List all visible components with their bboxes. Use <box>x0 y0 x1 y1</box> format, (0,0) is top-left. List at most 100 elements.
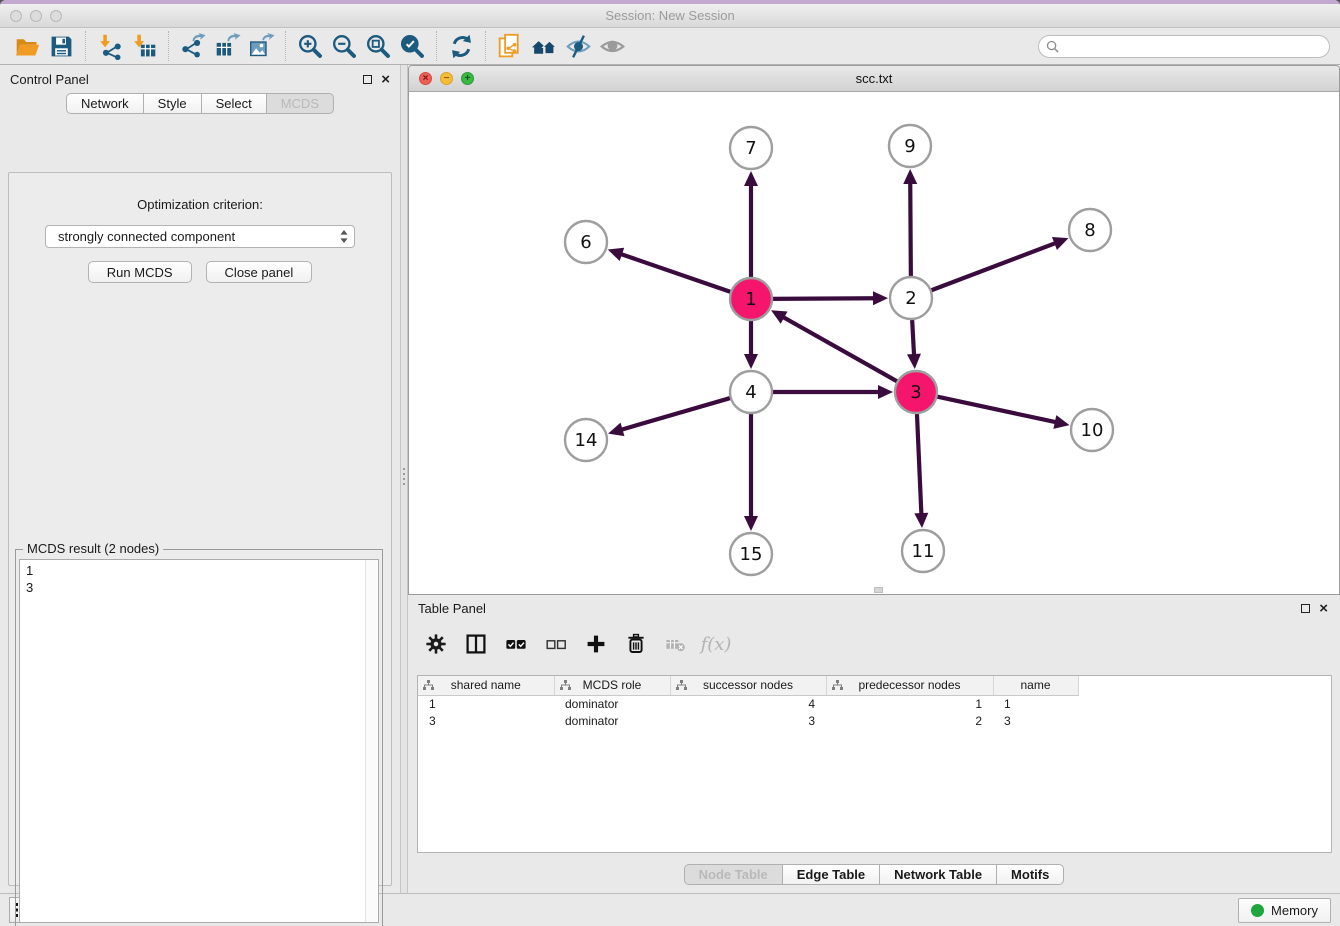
graph-edge[interactable] <box>619 253 733 292</box>
table-cell[interactable]: 3 <box>418 712 554 729</box>
tab-network-table[interactable]: Network Table <box>879 864 997 885</box>
import-network-button[interactable] <box>93 30 127 62</box>
graph-edge[interactable] <box>620 397 733 430</box>
export-image-icon <box>248 33 275 60</box>
float-panel-icon[interactable] <box>363 75 372 84</box>
show-panels-button[interactable] <box>595 30 629 62</box>
graph-edge[interactable] <box>935 396 1058 423</box>
table-cell[interactable]: 3 <box>993 712 1078 729</box>
tab-motifs[interactable]: Motifs <box>996 864 1064 885</box>
table-cell[interactable]: dominator <box>554 695 670 712</box>
table-cell[interactable]: dominator <box>554 712 670 729</box>
search-area <box>1038 35 1330 58</box>
zoom-out-button[interactable] <box>327 30 361 62</box>
horizontal-splitter-grip[interactable] <box>874 587 883 593</box>
delete-column-button[interactable] <box>622 630 650 658</box>
col-name[interactable]: name <box>993 676 1078 695</box>
table-settings-button[interactable] <box>422 630 450 658</box>
table-row[interactable]: 1dominator411 <box>418 695 1078 712</box>
tab-node-table[interactable]: Node Table <box>684 864 783 885</box>
graph-edge[interactable] <box>781 316 899 382</box>
result-line: 1 <box>26 562 365 579</box>
table-cell[interactable]: 1 <box>418 695 554 712</box>
tab-select[interactable]: Select <box>201 93 267 114</box>
col-mcds-role[interactable]: MCDS role <box>554 676 670 695</box>
main-toolbar <box>0 28 1340 65</box>
tab-mcds[interactable]: MCDS <box>266 93 334 114</box>
vertical-splitter[interactable] <box>400 65 408 893</box>
memory-button[interactable]: Memory <box>1238 898 1331 923</box>
graph-edge[interactable] <box>912 317 914 357</box>
edge-arrowhead-icon <box>907 354 921 369</box>
table-cell[interactable]: 3 <box>670 712 826 729</box>
float-panel-icon[interactable] <box>1301 604 1310 613</box>
export-image-button[interactable] <box>244 30 278 62</box>
node-table-container: shared name MCDS role successor nodes pr… <box>417 675 1332 853</box>
import-table-button[interactable] <box>127 30 161 62</box>
save-session-button[interactable] <box>44 30 78 62</box>
export-table-button[interactable] <box>210 30 244 62</box>
network-window-titlebar[interactable]: × − + scc.txt <box>409 66 1339 92</box>
refresh-view-button[interactable] <box>444 30 478 62</box>
mcds-result-area[interactable]: 1 3 <box>19 559 379 923</box>
select-all-button[interactable] <box>502 630 530 658</box>
tab-edge-table[interactable]: Edge Table <box>782 864 880 885</box>
open-file-button[interactable] <box>10 30 44 62</box>
search-icon <box>1046 40 1059 53</box>
graph-edge[interactable] <box>917 411 922 516</box>
split-table-button[interactable] <box>462 630 490 658</box>
mcds-panel: Optimization criterion: strongly connect… <box>8 172 392 886</box>
node-table[interactable]: shared name MCDS role successor nodes pr… <box>418 676 1079 729</box>
zoom-selected-button[interactable] <box>395 30 429 62</box>
run-mcds-button[interactable]: Run MCDS <box>88 261 192 283</box>
tree-icon <box>832 680 843 691</box>
tab-network[interactable]: Network <box>66 93 144 114</box>
table-cell[interactable]: 2 <box>826 712 993 729</box>
table-cell[interactable]: 1 <box>993 695 1078 712</box>
search-input[interactable] <box>1059 39 1329 53</box>
home-icon <box>531 33 558 60</box>
split-view-icon <box>464 632 488 656</box>
hide-panels-button[interactable] <box>561 30 595 62</box>
col-successor-nodes[interactable]: successor nodes <box>670 676 826 695</box>
network-minimize-button[interactable]: − <box>440 72 453 85</box>
graph-edge[interactable] <box>910 181 911 279</box>
network-canvas[interactable]: 7968124314101511 <box>409 92 1339 594</box>
zoom-in-button[interactable] <box>293 30 327 62</box>
tree-icon <box>423 680 434 691</box>
search-field[interactable] <box>1038 35 1330 58</box>
tab-style[interactable]: Style <box>143 93 202 114</box>
table-cell[interactable]: 4 <box>670 695 826 712</box>
eye-slash-icon <box>565 33 592 60</box>
add-column-button[interactable] <box>582 630 610 658</box>
table-cell[interactable]: 1 <box>826 695 993 712</box>
home-layout-button[interactable] <box>527 30 561 62</box>
graph-edge[interactable] <box>929 242 1058 291</box>
edge-arrowhead-icon <box>878 385 893 399</box>
col-predecessor-nodes[interactable]: predecessor nodes <box>826 676 993 695</box>
col-shared-name[interactable]: shared name <box>418 676 554 695</box>
graph-edge[interactable] <box>770 298 876 299</box>
eye-icon <box>599 33 626 60</box>
export-network-button[interactable] <box>176 30 210 62</box>
zoom-fit-button[interactable] <box>361 30 395 62</box>
close-panel-button[interactable]: Close panel <box>206 261 313 283</box>
close-panel-icon[interactable]: × <box>381 75 390 84</box>
tree-icon <box>560 680 571 691</box>
close-panel-icon[interactable]: × <box>1319 604 1328 613</box>
network-close-button[interactable]: × <box>419 72 432 85</box>
network-zoom-button[interactable]: + <box>461 72 474 85</box>
result-scrollbar[interactable] <box>365 560 378 922</box>
clone-network-icon <box>497 33 524 60</box>
deselect-all-button[interactable] <box>542 630 570 658</box>
control-panel-tabs: Network Style Select MCDS <box>0 93 400 114</box>
clone-network-button[interactable] <box>493 30 527 62</box>
table-row[interactable]: 3dominator323 <box>418 712 1078 729</box>
network-graph: 7968124314101511 <box>409 92 1339 594</box>
edge-arrowhead-icon <box>744 171 758 186</box>
apply-function-button[interactable]: f(x) <box>702 630 730 658</box>
criterion-dropdown[interactable]: strongly connected component <box>45 225 355 248</box>
node-label: 10 <box>1081 420 1104 441</box>
export-table-icon <box>214 33 241 60</box>
delete-table-button[interactable] <box>662 630 690 658</box>
